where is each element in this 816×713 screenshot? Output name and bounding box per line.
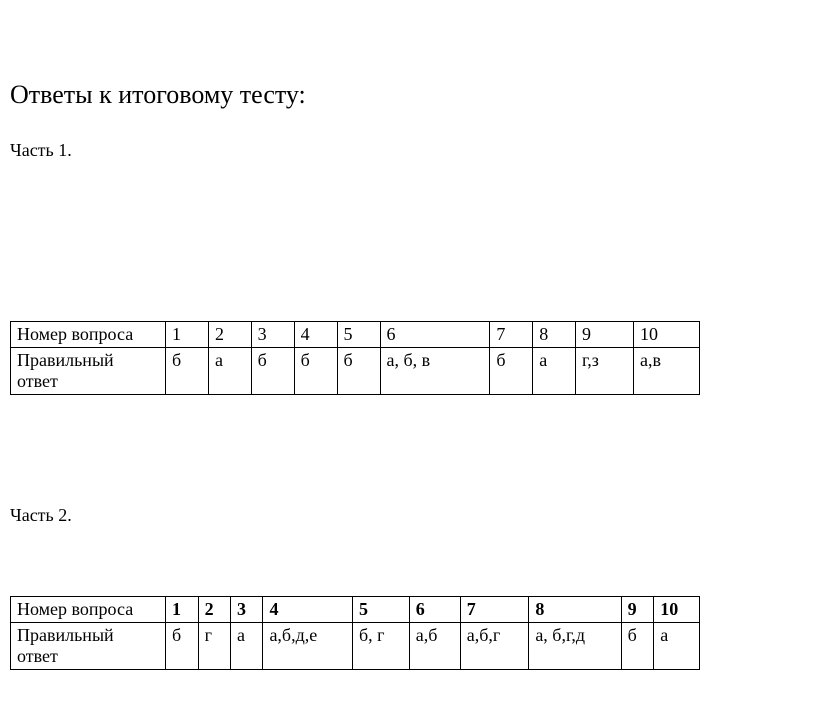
cell: б (337, 348, 380, 395)
part2-label: Часть 2. (10, 505, 806, 526)
cell: а,б (409, 623, 460, 670)
cell: 6 (380, 322, 490, 348)
cell: 5 (352, 597, 409, 623)
cell: б (621, 623, 654, 670)
cell: а, б, в (380, 348, 490, 395)
cell: а,б,д,е (263, 623, 353, 670)
cell: б (294, 348, 337, 395)
cell: 10 (634, 322, 700, 348)
cell: 8 (533, 322, 576, 348)
table-row: Номер вопроса 1 2 3 4 5 6 7 8 9 10 (11, 322, 700, 348)
part2-table: Номер вопроса 1 2 3 4 5 6 7 8 9 10 Прави… (10, 596, 700, 670)
row-header: Правильный ответ (11, 348, 166, 395)
cell: 9 (621, 597, 654, 623)
cell: а (208, 348, 251, 395)
cell: а (533, 348, 576, 395)
row-header: Правильный ответ (11, 623, 166, 670)
table-row: Номер вопроса 1 2 3 4 5 6 7 8 9 10 (11, 597, 700, 623)
table-row: Правильный ответ б г а а,б,д,е б, г а,б … (11, 623, 700, 670)
cell: б (166, 348, 209, 395)
part1-table: Номер вопроса 1 2 3 4 5 6 7 8 9 10 Прави… (10, 321, 700, 395)
row-header: Номер вопроса (11, 322, 166, 348)
cell: 1 (166, 322, 209, 348)
cell: а, б,г,д (529, 623, 621, 670)
cell: 2 (198, 597, 230, 623)
cell: а (654, 623, 700, 670)
cell: 7 (490, 322, 533, 348)
cell: 3 (231, 597, 263, 623)
cell: б (251, 348, 294, 395)
cell: 6 (409, 597, 460, 623)
table-row: Правильный ответ б а б б б а, б, в б а г… (11, 348, 700, 395)
page-title: Ответы к итоговому тесту: (10, 80, 806, 110)
cell: г (198, 623, 230, 670)
cell: 3 (251, 322, 294, 348)
cell: 4 (294, 322, 337, 348)
cell: 4 (263, 597, 353, 623)
cell: а,б,г (460, 623, 529, 670)
cell: 2 (208, 322, 251, 348)
cell: 10 (654, 597, 700, 623)
cell: г,з (575, 348, 633, 395)
cell: а (231, 623, 263, 670)
cell: а,в (634, 348, 700, 395)
part1-label: Часть 1. (10, 140, 806, 161)
cell: б (166, 623, 199, 670)
row-header: Номер вопроса (11, 597, 166, 623)
cell: 1 (166, 597, 199, 623)
cell: б (490, 348, 533, 395)
cell: 7 (460, 597, 529, 623)
cell: 9 (575, 322, 633, 348)
cell: 8 (529, 597, 621, 623)
cell: б, г (352, 623, 409, 670)
cell: 5 (337, 322, 380, 348)
